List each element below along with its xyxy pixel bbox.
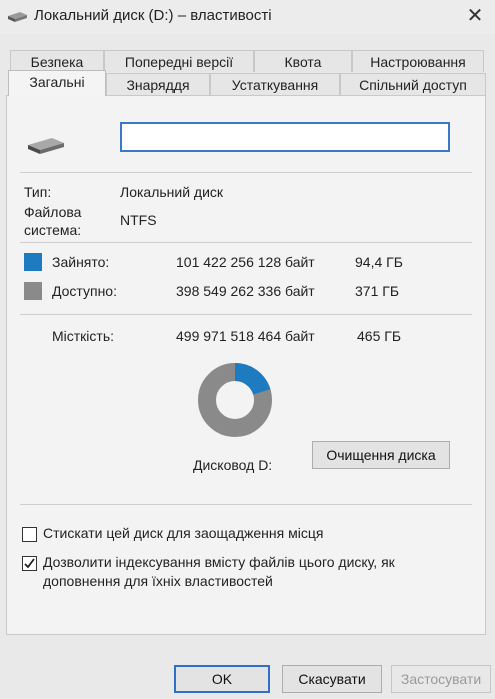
capacity-bytes: 499 971 518 464 байт	[176, 328, 315, 344]
separator	[20, 504, 472, 505]
used-swatch	[24, 253, 42, 271]
apply-button[interactable]: Застосувати	[391, 665, 491, 693]
separator	[20, 242, 472, 243]
drive-icon	[8, 12, 27, 22]
tab-quota[interactable]: Квота	[254, 50, 352, 72]
title-bar: Локальний диск (D:) – властивості ✕	[0, 0, 495, 34]
compress-label: Стискати цей диск для заощадження місця	[43, 525, 324, 541]
filesystem-label-line2: система:	[24, 222, 82, 238]
filesystem-value: NTFS	[120, 212, 157, 228]
drive-icon	[28, 138, 64, 154]
capacity-size: 465 ГБ	[357, 328, 402, 344]
drive-letter-label: Дисковод D:	[193, 457, 273, 473]
type-label: Тип:	[24, 184, 52, 200]
used-size: 94,4 ГБ	[355, 254, 403, 270]
separator	[20, 314, 472, 315]
cancel-button[interactable]: Скасувати	[282, 665, 382, 693]
tab-sharing[interactable]: Спільний доступ	[340, 73, 486, 95]
usage-donut-chart	[198, 363, 272, 437]
checkmark-icon	[24, 558, 35, 569]
window-title: Локальний диск (D:) – властивості	[34, 7, 272, 24]
tab-customize[interactable]: Настроювання	[352, 50, 484, 72]
tab-security[interactable]: Безпека	[10, 50, 104, 72]
free-label: Доступно:	[52, 283, 117, 299]
disk-cleanup-button[interactable]: Очищення диска	[312, 441, 450, 469]
type-value: Локальний диск	[120, 184, 224, 200]
close-icon: ✕	[466, 5, 484, 27]
tab-tools[interactable]: Знаряддя	[106, 73, 210, 95]
tab-general[interactable]: Загальні	[8, 70, 106, 96]
free-swatch	[24, 282, 42, 300]
donut-used-slice	[234, 363, 271, 396]
index-label-line2: доповнення для їхніх властивостей	[43, 573, 273, 589]
compress-checkbox[interactable]	[22, 527, 37, 542]
free-size: 371 ГБ	[355, 283, 400, 299]
index-label-line1: Дозволити індексування вмісту файлів цьо…	[43, 554, 395, 570]
filesystem-label-line1: Файлова	[24, 204, 82, 220]
tab-previous-versions[interactable]: Попередні версії	[104, 50, 254, 72]
ok-button[interactable]: OK	[174, 665, 270, 693]
close-button[interactable]: ✕	[458, 2, 492, 30]
free-bytes: 398 549 262 336 байт	[176, 283, 315, 299]
separator	[20, 172, 472, 173]
used-label: Зайнято:	[52, 254, 110, 270]
used-bytes: 101 422 256 128 байт	[176, 254, 315, 270]
drive-name-input[interactable]	[120, 122, 450, 152]
capacity-label: Місткість:	[52, 328, 115, 344]
tab-hardware[interactable]: Устаткування	[210, 73, 340, 95]
index-checkbox[interactable]	[22, 556, 37, 571]
